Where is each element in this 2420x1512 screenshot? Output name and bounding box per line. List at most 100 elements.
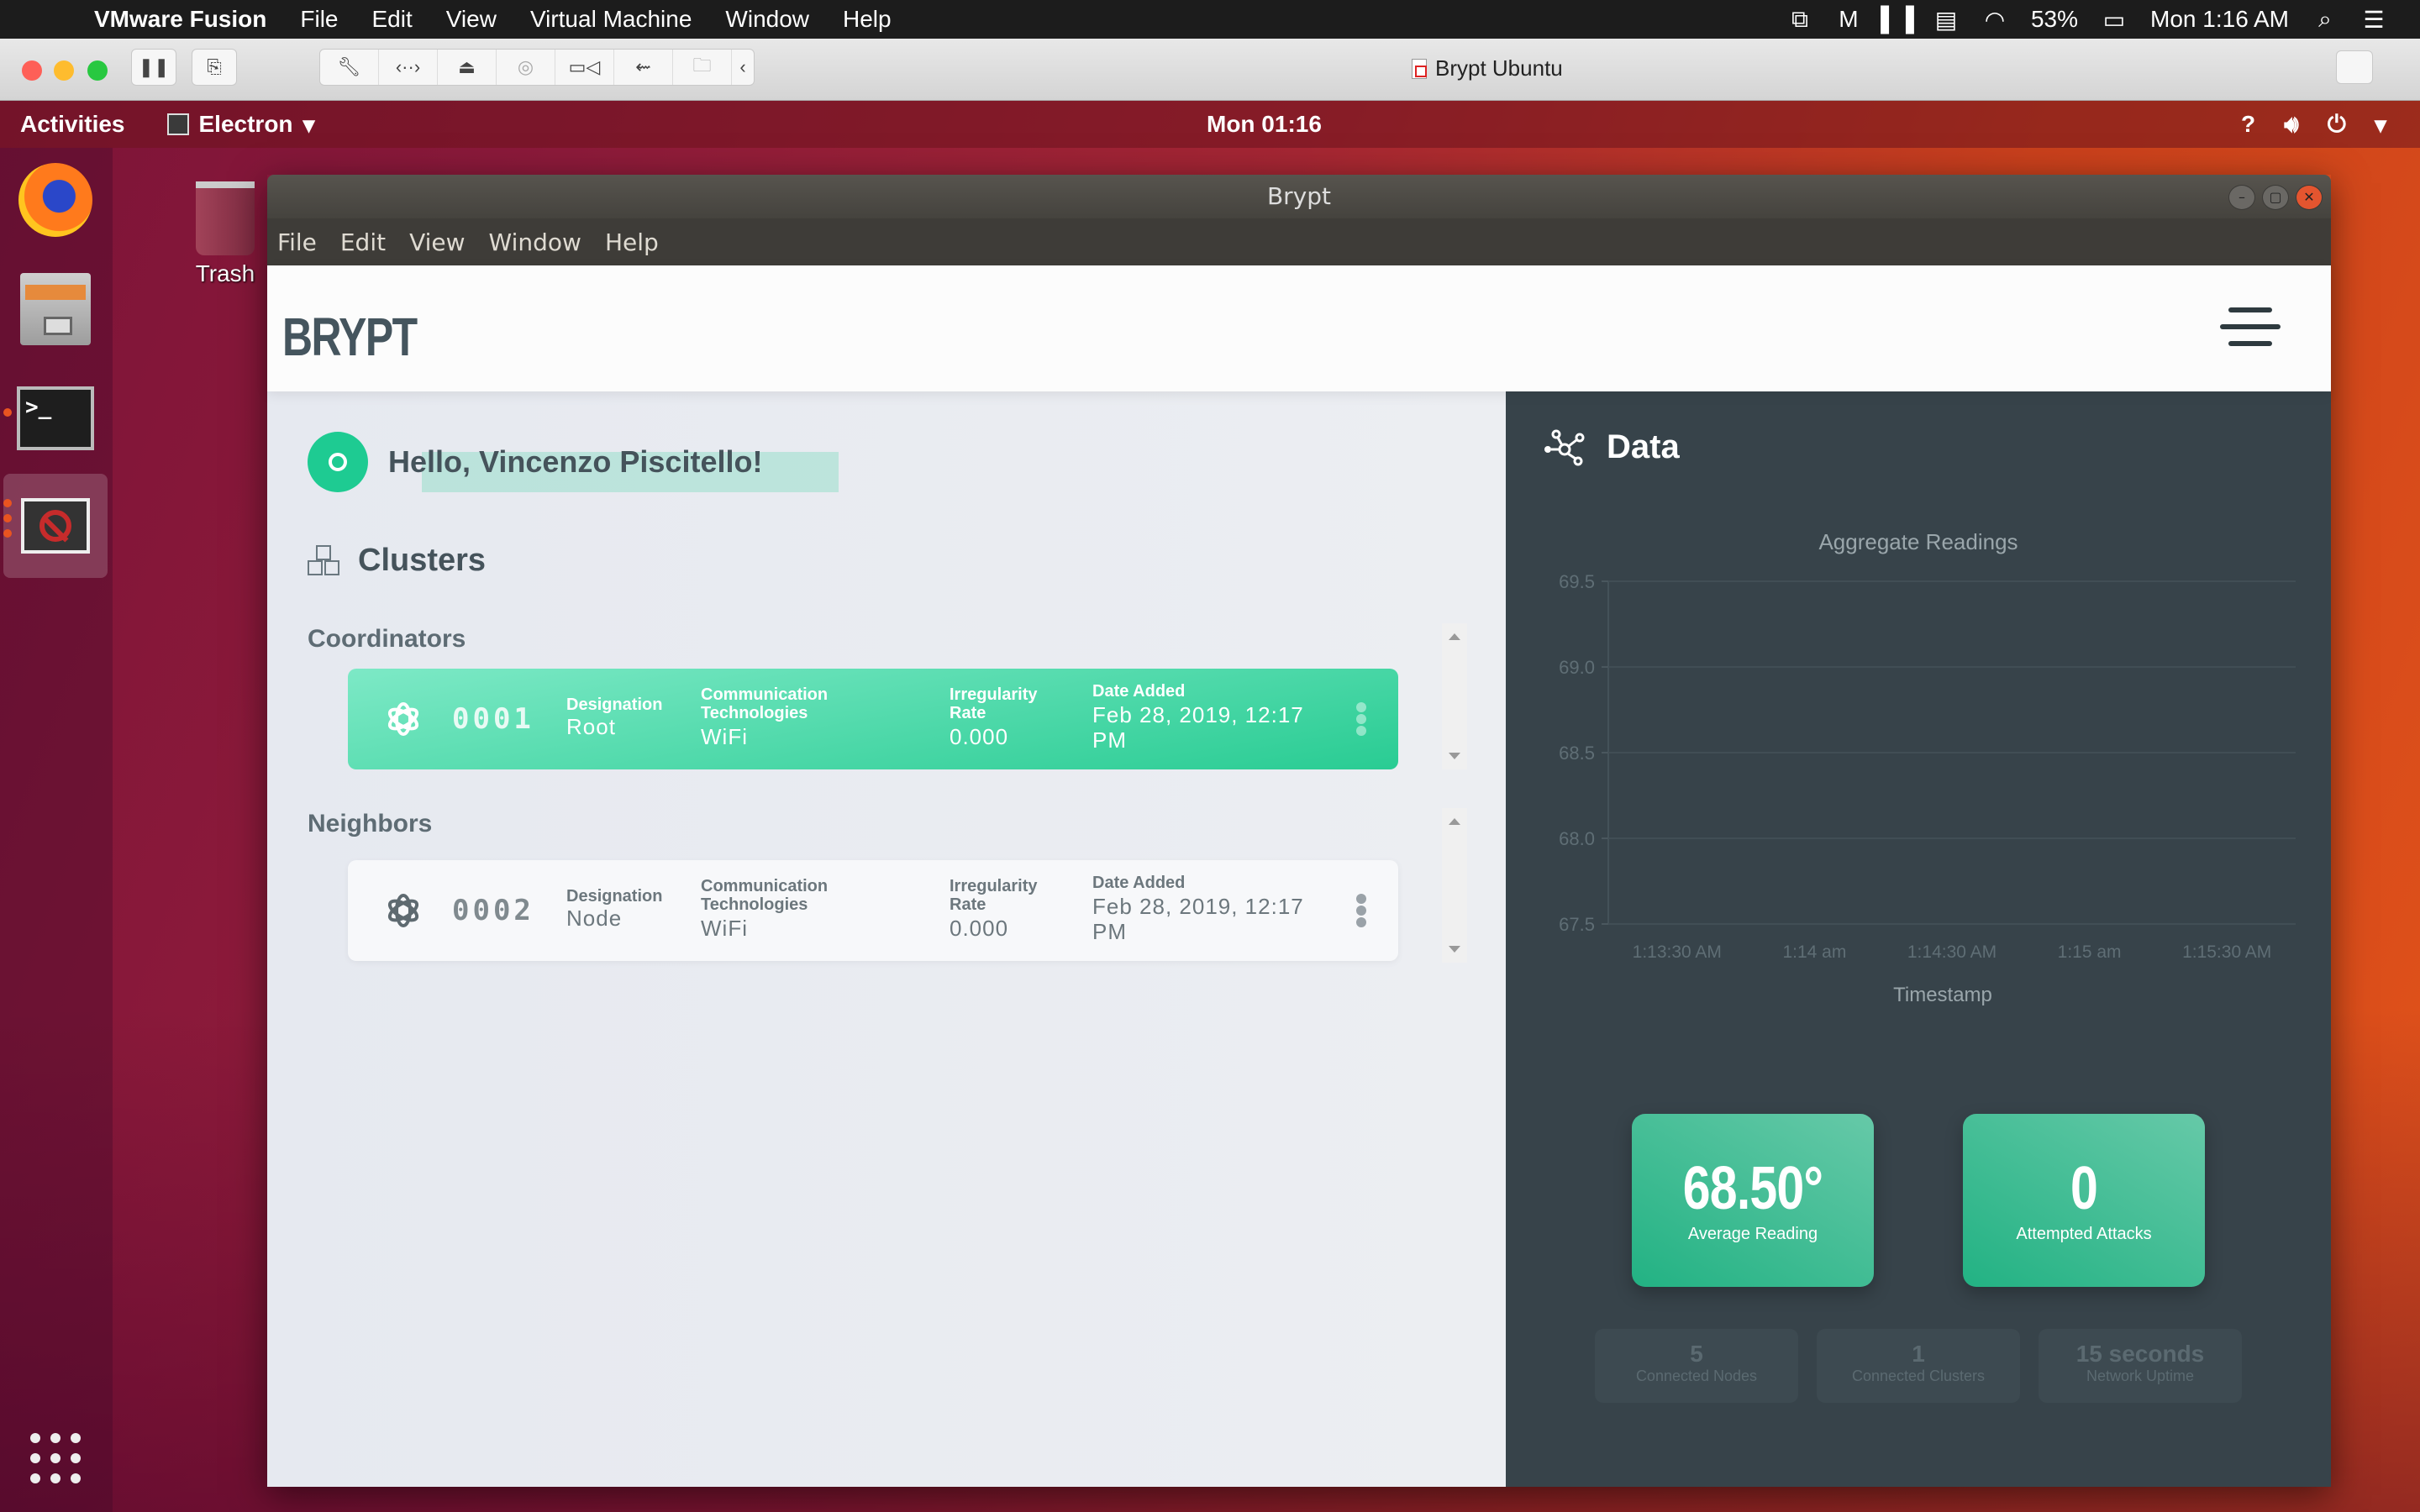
dock-terminal[interactable]: >_ bbox=[15, 378, 96, 459]
show-applications-button[interactable] bbox=[30, 1433, 81, 1483]
trash-icon bbox=[196, 181, 255, 255]
app-menu-help[interactable]: Help bbox=[605, 228, 659, 256]
fullscreen-button[interactable] bbox=[2336, 50, 2373, 84]
menu-file[interactable]: File bbox=[300, 6, 338, 33]
brypt-logo[interactable]: BRYPT bbox=[282, 306, 418, 368]
network-button[interactable]: ‹··› bbox=[379, 50, 438, 85]
menu-virtual-machine[interactable]: Virtual Machine bbox=[530, 6, 692, 33]
layout-icon[interactable]: ▌▐ bbox=[1881, 6, 1914, 32]
system-tray[interactable]: ? 🔊︎ ⏻ ▾ bbox=[2241, 111, 2386, 139]
comm-tech-label-2: Technologies bbox=[701, 704, 808, 722]
app-menu-edit[interactable]: Edit bbox=[340, 228, 386, 256]
power-icon[interactable]: ⏻ bbox=[2328, 111, 2346, 139]
app-menu-file[interactable]: File bbox=[277, 228, 317, 256]
close-button[interactable]: ✕ bbox=[2296, 185, 2323, 210]
cd-dvd-button[interactable]: ◎ bbox=[497, 50, 555, 85]
hard-disk-icon: ⏏ bbox=[458, 56, 476, 77]
app-menu-view[interactable]: View bbox=[409, 228, 465, 256]
network-graph-icon bbox=[1544, 429, 1585, 465]
menu-window[interactable]: Window bbox=[725, 6, 809, 33]
help-icon[interactable]: ? bbox=[2241, 111, 2255, 138]
attempted-attacks-value: 0 bbox=[2070, 1155, 2098, 1222]
coordinator-card[interactable]: 0001 Designation Root Communication Tech… bbox=[348, 669, 1398, 769]
average-reading-tile: 68.50° Average Reading bbox=[1632, 1114, 1874, 1287]
camera-button[interactable]: ▭◁ bbox=[555, 50, 614, 85]
scroll-up-icon[interactable] bbox=[1449, 633, 1460, 640]
coordinators-list: 0001 Designation Root Communication Tech… bbox=[308, 623, 1467, 769]
designation-value: Root bbox=[566, 714, 616, 739]
y-tick-label: 69.5 bbox=[1559, 571, 1595, 592]
macos-menubar: VMware Fusion File Edit View Virtual Mac… bbox=[0, 0, 2420, 39]
running-indicator bbox=[3, 499, 12, 507]
usb-button[interactable]: ⇜ bbox=[614, 50, 673, 85]
electron-app-icon bbox=[21, 498, 90, 554]
running-indicator bbox=[3, 514, 12, 522]
dock-electron[interactable] bbox=[3, 474, 108, 578]
neighbors-scrollbar[interactable] bbox=[1442, 808, 1467, 963]
running-indicator bbox=[3, 408, 12, 417]
snapshot-button[interactable]: ⎘ bbox=[192, 49, 237, 86]
menu-app-name[interactable]: VMware Fusion bbox=[94, 6, 266, 33]
app-menu-window[interactable]: Window bbox=[489, 228, 581, 256]
battery-icon[interactable]: ▭ bbox=[2102, 7, 2127, 33]
date-added-label: Date Added bbox=[1092, 682, 1186, 701]
user-avatar[interactable] bbox=[308, 432, 368, 492]
window-titlebar[interactable]: Brypt – ▢ ✕ bbox=[267, 175, 2331, 218]
dropdown-icon[interactable]: ▾ bbox=[2375, 111, 2386, 139]
settings-button[interactable]: 🔧︎ bbox=[320, 50, 379, 85]
menu-edit[interactable]: Edit bbox=[372, 6, 413, 33]
menu-view[interactable]: View bbox=[446, 6, 497, 33]
vmware-toolbar: ❚❚ ⎘ 🔧︎ ‹··› ⏏ ◎ ▭◁ ⇜ 🗀︎ ‹ Brypt Ubuntu bbox=[0, 39, 2420, 101]
window-minimize-button[interactable] bbox=[54, 60, 74, 81]
x-tick-label: 1:13:30 AM bbox=[1633, 942, 1722, 962]
stat-connected-nodes: 5 Connected Nodes bbox=[1595, 1329, 1798, 1403]
hard-disk-button[interactable]: ⏏ bbox=[438, 50, 497, 85]
camera-icon: ▭◁ bbox=[568, 56, 601, 77]
mac-clock[interactable]: Mon 1:16 AM bbox=[2150, 6, 2289, 33]
notification-center-icon[interactable]: ☰ bbox=[2361, 7, 2386, 33]
coordinators-scrollbar[interactable] bbox=[1442, 623, 1467, 769]
desktop-trash[interactable]: Trash bbox=[192, 181, 259, 287]
date-added-value-line2: PM bbox=[1092, 919, 1127, 944]
settings-wrench-icon: 🔧︎ bbox=[337, 56, 361, 77]
maximize-button[interactable]: ▢ bbox=[2262, 185, 2289, 210]
dock-files[interactable] bbox=[15, 269, 96, 349]
more-options-icon[interactable] bbox=[1356, 894, 1366, 927]
stat-label: Network Uptime bbox=[2086, 1368, 2195, 1384]
scroll-up-icon[interactable] bbox=[1449, 818, 1460, 825]
comm-tech-value: WiFi bbox=[701, 916, 748, 941]
window-zoom-button[interactable] bbox=[87, 60, 108, 81]
neighbor-card[interactable]: 0002 Designation Node Communication Tech… bbox=[348, 860, 1398, 961]
neighbors-list: 0002 Designation Node Communication Tech… bbox=[308, 808, 1467, 963]
ubuntu-clock[interactable]: Mon 01:16 bbox=[1207, 111, 1322, 138]
scroll-down-icon[interactable] bbox=[1449, 753, 1460, 759]
node-id: 0002 bbox=[452, 894, 534, 927]
designation-label: Designation bbox=[566, 696, 663, 714]
designation-label: Designation bbox=[566, 887, 663, 906]
dock-firefox[interactable] bbox=[15, 160, 96, 240]
data-panel: Data Aggregate Readings 69.5 69.0 68.5 68.0… bbox=[1506, 391, 2331, 1487]
app-menu[interactable]: Electron ▾ bbox=[166, 111, 315, 139]
window-close-button[interactable] bbox=[22, 60, 42, 81]
vmware-status-icon[interactable]: ⧉ bbox=[1787, 6, 1812, 32]
activities-button[interactable]: Activities bbox=[20, 111, 125, 138]
battery-percent: 53% bbox=[2030, 6, 2079, 32]
scroll-down-icon[interactable] bbox=[1449, 946, 1460, 953]
comm-tech-label-1: Communication bbox=[701, 685, 829, 704]
y-tick-label: 69.0 bbox=[1559, 657, 1595, 678]
average-reading-label: Average Reading bbox=[1687, 1225, 1818, 1243]
average-reading-value: 68.50° bbox=[1682, 1155, 1823, 1222]
pause-button[interactable]: ❚❚ bbox=[131, 49, 176, 86]
keyboard-icon[interactable]: ▤ bbox=[1933, 7, 1959, 33]
volume-icon[interactable]: 🔊︎ bbox=[2284, 111, 2299, 139]
menu-help[interactable]: Help bbox=[843, 6, 892, 33]
shared-folder-button[interactable]: 🗀︎ bbox=[673, 50, 732, 85]
hamburger-menu-button[interactable] bbox=[2220, 307, 2281, 349]
wifi-icon[interactable]: ◠ bbox=[1982, 7, 2007, 33]
spotlight-search-icon[interactable]: ⌕ bbox=[2312, 6, 2338, 32]
more-options-icon[interactable] bbox=[1356, 702, 1366, 736]
minimize-button[interactable]: – bbox=[2228, 185, 2255, 210]
collapse-toolbar-button[interactable]: ‹ bbox=[732, 50, 754, 85]
x-tick-label: 1:15 am bbox=[2058, 942, 2122, 962]
malwarebytes-icon[interactable]: M bbox=[1836, 6, 1861, 32]
